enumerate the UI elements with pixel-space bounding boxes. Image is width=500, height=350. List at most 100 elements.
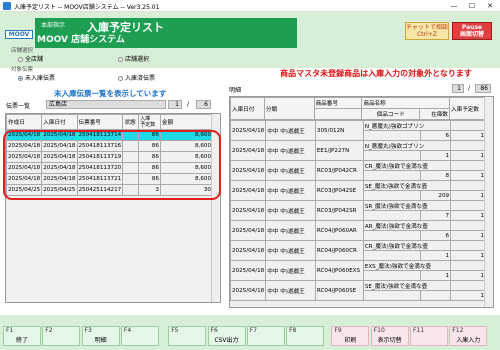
cell: SR_魔法)強欲で金満な壺 (362, 200, 452, 211)
cell: N_悪魔丸)強欲ゴブリン (362, 140, 452, 151)
cell: 1 (450, 210, 486, 221)
detail-row[interactable]: 2025/04/18 中中 中)遊戯王 305/012N N_悪魔丸)強欲ゴブリン (229, 120, 486, 141)
cell: 1 (450, 190, 486, 201)
cell (450, 140, 486, 151)
col-amount: 金額 (159, 114, 214, 130)
store-group-label: 店舗選択 (11, 48, 34, 54)
header-sub: 本部指示 (41, 22, 66, 29)
radio-unreceived[interactable]: 未入庫伝票 (18, 73, 55, 82)
cell (450, 180, 486, 191)
fkey-f4[interactable]: F4 (120, 326, 159, 346)
cell: 7 (420, 210, 452, 221)
cell: RC03/JP042CR (314, 160, 364, 181)
pause-button[interactable]: Pause 画面切替 (452, 22, 492, 40)
detail-row[interactable]: 2025/04/18 中中 中)遊戯王 RC04/JP060AR AR_魔法)強欲で金… (229, 220, 486, 241)
detail-page-total: 86 (475, 84, 491, 93)
cell: 2025/04/18 (229, 120, 267, 141)
detail-row[interactable]: 2025/04/18 中中 中)遊戯王 RC03/JP042SE SE_魔法)強欲で金… (229, 180, 486, 201)
cell: 中中 中)遊戯王 (265, 220, 316, 241)
page-total: 6 (196, 100, 211, 109)
cell: 1 (420, 150, 452, 161)
fkey-f9[interactable]: F9 印刷 (331, 326, 370, 346)
fkey-f7[interactable]: F7 (246, 326, 285, 346)
cell: 中中 中)遊戯王 (265, 160, 316, 181)
col-slip-no: 伝票番号 (76, 114, 124, 130)
cell (362, 250, 422, 261)
cell: 2025/04/18 (229, 260, 267, 281)
minimize-icon[interactable]: — (446, 0, 462, 12)
col-barcode: 個品コード (361, 108, 421, 120)
maximize-icon[interactable]: ☐ (464, 0, 480, 12)
cell: RC03/JP042SE (314, 180, 364, 201)
detail-rows: 2025/04/18 中中 中)遊戯王 305/012N N_悪魔丸)強欲ゴブリン 6 1… (229, 120, 493, 301)
cell: 中中 中)遊戯王 (265, 120, 316, 141)
fkey-number: F7 (249, 327, 258, 334)
col-created: 作成日 (5, 114, 43, 130)
cell: 中中 中)遊戯王 (265, 200, 316, 221)
chat-label: チャットで相談 (406, 24, 448, 31)
radio-icon (118, 76, 123, 81)
pause-sub-label: 画面切替 (459, 31, 484, 38)
fkey-f3[interactable]: F3 明細 (81, 326, 120, 346)
cell (362, 150, 422, 161)
detail-row[interactable]: 2025/04/18 中中 中)遊戯王 RC04/JP060SE SE_魔法)強欲で金… (229, 280, 486, 301)
cell (362, 190, 422, 201)
cell: 305/012N (314, 120, 364, 141)
radio-label: 全店舗 (25, 56, 44, 63)
cell: N_悪魔丸)強欲ゴブリン (362, 120, 452, 131)
cell: EE1/JP227N (314, 140, 364, 161)
cell: 1 (450, 150, 486, 161)
cell: 1 (450, 170, 486, 181)
right-scrollbar[interactable] (484, 97, 493, 307)
detail-row[interactable]: 2025/04/18 中中 中)遊戯王 RC03/JP042SR SR_魔法)強欲で金… (229, 200, 486, 221)
page-current: 1 (168, 100, 182, 109)
cell (362, 270, 422, 281)
table-header-row: 入庫日付 分類 商品番号 商品名称 入庫予定数 (230, 97, 486, 120)
radio-icon (18, 57, 23, 62)
window-title: 入庫予定リスト -- MOOV店舗システム -- Ver3.25.01 (14, 4, 160, 11)
cell: CR_魔法)強欲で金満な壺 (362, 240, 452, 251)
fkey-number: F2 (45, 327, 53, 334)
cell: 2025/04/18 (229, 240, 267, 261)
fkey-number: F5 (171, 327, 179, 334)
fkey-f10[interactable]: F10 表示切替 (370, 326, 409, 346)
radio-all-stores[interactable]: 全店舗 (18, 54, 43, 63)
window-titlebar: 入庫予定リスト -- MOOV店舗システム -- Ver3.25.01 — ☐ … (0, 0, 500, 12)
col-status: 状態 (122, 114, 140, 130)
fkey-number: F10 (373, 327, 385, 334)
fkey-f1[interactable]: F1 終了 (3, 326, 41, 346)
list-status-text: 未入庫伝票一覧を表示しています (54, 89, 167, 98)
radio-icon (118, 57, 123, 62)
cell (450, 220, 486, 231)
close-icon[interactable]: ✕ (482, 0, 498, 12)
fkey-label: 明細 (94, 337, 107, 344)
list-label: 伝票一覧 (6, 103, 31, 110)
fkey-f11[interactable]: F11 (410, 326, 448, 346)
fkey-number: F1 (6, 327, 14, 334)
fkey-label: CSV出力 (214, 337, 239, 344)
radio-selected-icon (18, 76, 23, 81)
detail-row[interactable]: 2025/04/18 中中 中)遊戯王 EE1/JP227N N_悪魔丸)強欲ゴブリン (229, 140, 486, 161)
fkey-f5[interactable]: F5 (168, 326, 207, 346)
detail-row[interactable]: 2025/04/18 中中 中)遊戯王 RC04/JP060CR CR_魔法)強欲で金… (229, 240, 486, 261)
fkey-f12[interactable]: F12 入庫入力 (449, 326, 488, 346)
fkey-f2[interactable]: F2 (42, 326, 81, 346)
radio-received[interactable]: 入庫済伝票 (118, 73, 155, 82)
detail-row[interactable]: 2025/04/18 中中 中)遊戯王 RC04/JP060EXS EXS_魔法)強欲… (229, 260, 486, 281)
radio-label: 入庫済伝票 (125, 75, 156, 82)
col-planned-qty: 入庫 予定数 (138, 114, 161, 130)
cell: 2025/04/18 (229, 180, 267, 201)
radio-select-store[interactable]: 店舗選択 (118, 54, 149, 63)
fkey-number: F9 (334, 327, 342, 334)
fkey-f8[interactable]: F8 (286, 326, 325, 346)
chat-consult-button[interactable]: チャットで相談 Ctrl+Z (405, 22, 449, 40)
cell: RC04/JP060EXS (314, 260, 364, 281)
cell: 1 (450, 250, 486, 261)
cell (362, 130, 422, 141)
fkey-f6[interactable]: F6 CSV出力 (207, 326, 246, 346)
col-item-code: 商品番号 (313, 97, 363, 109)
cell: 2025/04/18 (229, 200, 267, 221)
detail-row[interactable]: 2025/04/18 中中 中)遊戯王 RC03/JP042CR CR_魔法)強欲で金… (229, 160, 486, 181)
system-name: MOOV 店舗システム (37, 35, 125, 45)
cell: RC04/JP060AR (314, 220, 364, 241)
